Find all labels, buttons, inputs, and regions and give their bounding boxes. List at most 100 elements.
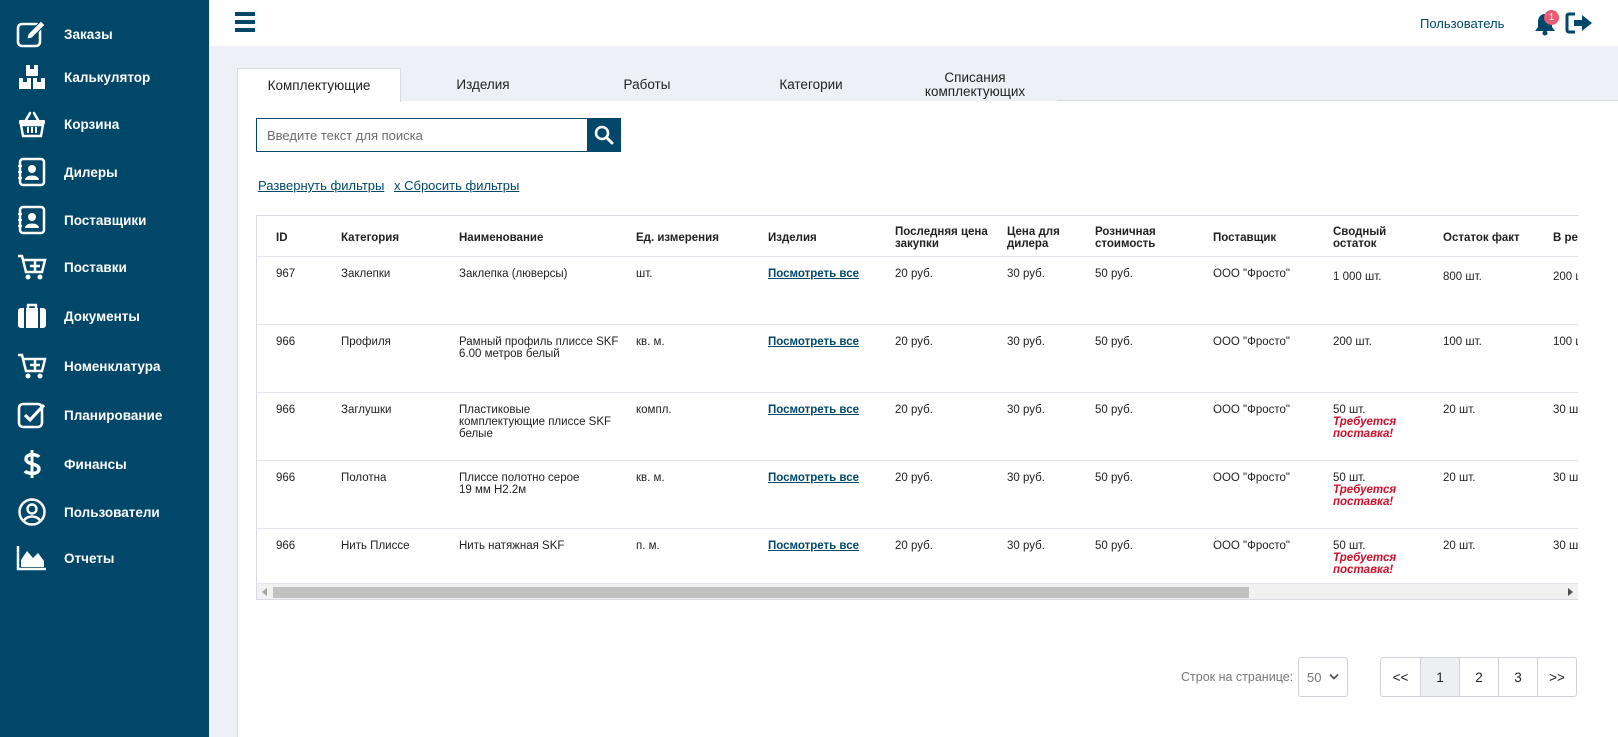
- sidebar-item-calculator[interactable]: Калькулятор: [0, 57, 209, 97]
- cell-reserve: 30 ш: [1553, 404, 1578, 416]
- top-bar: Пользователь 1: [209, 0, 1618, 46]
- sidebar-item-finance[interactable]: Финансы: [0, 444, 209, 484]
- reset-filters-link[interactable]: x Сбросить фильтры: [394, 178, 519, 193]
- column-header[interactable]: Ед. измерения: [636, 232, 719, 244]
- sidebar-item-nomenclature[interactable]: Номенклатура: [0, 346, 209, 386]
- sidebar-item-label: Поставщики: [64, 212, 147, 228]
- cell-total-stock: 50 шт. Требуется поставка!: [1333, 472, 1405, 508]
- column-header[interactable]: Категория: [341, 232, 399, 244]
- sidebar-item-orders[interactable]: Заказы: [0, 14, 209, 54]
- tab-categories[interactable]: Категории: [729, 68, 893, 101]
- dollar-icon: [16, 448, 48, 480]
- column-header[interactable]: В ре: [1553, 232, 1578, 244]
- cell-retail-price: 50 руб.: [1095, 336, 1133, 348]
- sidebar-item-reports[interactable]: Отчеты: [0, 538, 209, 578]
- notification-badge: 1: [1544, 10, 1559, 25]
- page-button[interactable]: 2: [1459, 658, 1498, 696]
- cell-retail-price: 50 руб.: [1095, 540, 1133, 552]
- sidebar-item-suppliers[interactable]: Поставщики: [0, 200, 209, 240]
- total-stock-value: 50 шт.: [1333, 540, 1366, 552]
- column-header[interactable]: ID: [276, 232, 288, 244]
- cell-id: 966: [276, 404, 296, 416]
- cell-category: Полотна: [341, 472, 387, 484]
- page-button[interactable]: 1: [1420, 658, 1459, 696]
- search-button[interactable]: [587, 118, 621, 152]
- column-header[interactable]: Розничная стоимость: [1095, 226, 1175, 250]
- column-header[interactable]: Сводный остаток: [1333, 226, 1403, 250]
- view-all-link[interactable]: Посмотреть все: [768, 472, 859, 484]
- cell-supplier: ООО "Фросто": [1213, 540, 1291, 552]
- column-header[interactable]: Последняя цена закупки: [895, 226, 995, 250]
- horizontal-scrollbar[interactable]: [257, 583, 1578, 599]
- cell-total-stock: 200 шт.: [1333, 336, 1372, 348]
- column-header[interactable]: Поставщик: [1213, 232, 1276, 244]
- supply-warning: Требуется поставка!: [1333, 552, 1397, 576]
- search-input[interactable]: [257, 119, 588, 151]
- checkbox-icon: [16, 399, 48, 431]
- sidebar-item-label: Документы: [64, 308, 140, 324]
- menu-toggle-icon[interactable]: [235, 12, 255, 34]
- pagination: << 1 2 3 >>: [1380, 657, 1577, 697]
- sidebar-item-cart[interactable]: Корзина: [0, 104, 209, 144]
- column-header[interactable]: Остаток факт: [1443, 232, 1520, 244]
- cell-actual-stock: 20 шт.: [1443, 472, 1476, 484]
- supply-warning: Требуется поставка!: [1333, 416, 1397, 440]
- expand-filters-link[interactable]: Развернуть фильтры: [258, 178, 384, 193]
- cell-dealer-price: 30 руб.: [1007, 336, 1045, 348]
- cell-category: Профиля: [341, 336, 391, 348]
- sidebar-item-label: Отчеты: [64, 550, 115, 566]
- sidebar-item-label: Поставки: [64, 259, 127, 275]
- total-stock-value: 50 шт.: [1333, 472, 1366, 484]
- briefcase-icon: [16, 300, 48, 332]
- cell-category: Заглушки: [341, 404, 392, 416]
- logout-icon[interactable]: [1565, 12, 1593, 34]
- sidebar-item-planning[interactable]: Планирование: [0, 395, 209, 435]
- supply-warning: Требуется поставка!: [1333, 484, 1397, 508]
- scroll-left-arrow-icon[interactable]: [262, 588, 267, 596]
- rows-per-page-select[interactable]: 50: [1298, 657, 1348, 697]
- page-button[interactable]: 3: [1498, 658, 1537, 696]
- scroll-right-arrow-icon[interactable]: [1568, 588, 1573, 596]
- first-page-button[interactable]: <<: [1381, 658, 1420, 696]
- view-all-link[interactable]: Посмотреть все: [768, 404, 859, 416]
- cell-id: 966: [276, 540, 296, 552]
- cell-category: Заклепки: [341, 268, 391, 280]
- tab-components[interactable]: Комплектующие: [237, 68, 401, 102]
- basket-icon: [16, 108, 48, 140]
- components-table: ID Категория Наименование Ед. измерения …: [256, 215, 1578, 600]
- cell-unit: кв. м.: [636, 472, 665, 484]
- last-page-button[interactable]: >>: [1537, 658, 1576, 696]
- table-row[interactable]: 967 Заклепки Заклепка (люверсы) шт. Посм…: [257, 257, 1578, 325]
- view-all-link[interactable]: Посмотреть все: [768, 540, 859, 552]
- sidebar-item-label: Калькулятор: [64, 69, 151, 85]
- tab-works[interactable]: Работы: [565, 68, 729, 101]
- cell-unit: шт.: [636, 268, 653, 280]
- view-all-link[interactable]: Посмотреть все: [768, 268, 859, 280]
- sidebar: Заказы Калькулятор Корзина Дилеры Постав…: [0, 0, 209, 737]
- tab-products[interactable]: Изделия: [401, 68, 565, 101]
- scrollbar-thumb[interactable]: [273, 587, 1249, 598]
- table-row[interactable]: 966 Профиля Рамный профиль плиссе SKF 6.…: [257, 325, 1578, 393]
- contact-card-icon: [16, 156, 48, 188]
- cell-supplier: ООО "Фросто": [1213, 268, 1291, 280]
- sidebar-item-dealers[interactable]: Дилеры: [0, 152, 209, 192]
- tab-writeoffs[interactable]: Списания комплектующих: [893, 68, 1057, 101]
- cell-supplier: ООО "Фросто": [1213, 404, 1291, 416]
- sidebar-item-deliveries[interactable]: Поставки: [0, 247, 209, 287]
- user-menu-link[interactable]: Пользователь: [1420, 16, 1504, 31]
- cell-dealer-price: 30 руб.: [1007, 268, 1045, 280]
- cell-id: 966: [276, 336, 296, 348]
- view-all-link[interactable]: Посмотреть все: [768, 336, 859, 348]
- rows-per-page-value: 50: [1307, 670, 1322, 685]
- sidebar-item-documents[interactable]: Документы: [0, 296, 209, 336]
- column-header[interactable]: Изделия: [768, 232, 817, 244]
- column-header[interactable]: Наименование: [459, 232, 543, 244]
- column-header[interactable]: Цена для дилера: [1007, 226, 1077, 250]
- sidebar-item-users[interactable]: Пользователи: [0, 492, 209, 532]
- cell-retail-price: 50 руб.: [1095, 268, 1133, 280]
- cart-plus-icon: [16, 350, 48, 382]
- table-row[interactable]: 966 Заглушки Пластиковые комплектующие п…: [257, 393, 1578, 461]
- cell-supplier: ООО "Фросто": [1213, 336, 1291, 348]
- table-row[interactable]: 966 Полотна Плиссе полотно серое 19 мм H…: [257, 461, 1578, 529]
- cell-total-stock: 50 шт. Требуется поставка!: [1333, 404, 1405, 440]
